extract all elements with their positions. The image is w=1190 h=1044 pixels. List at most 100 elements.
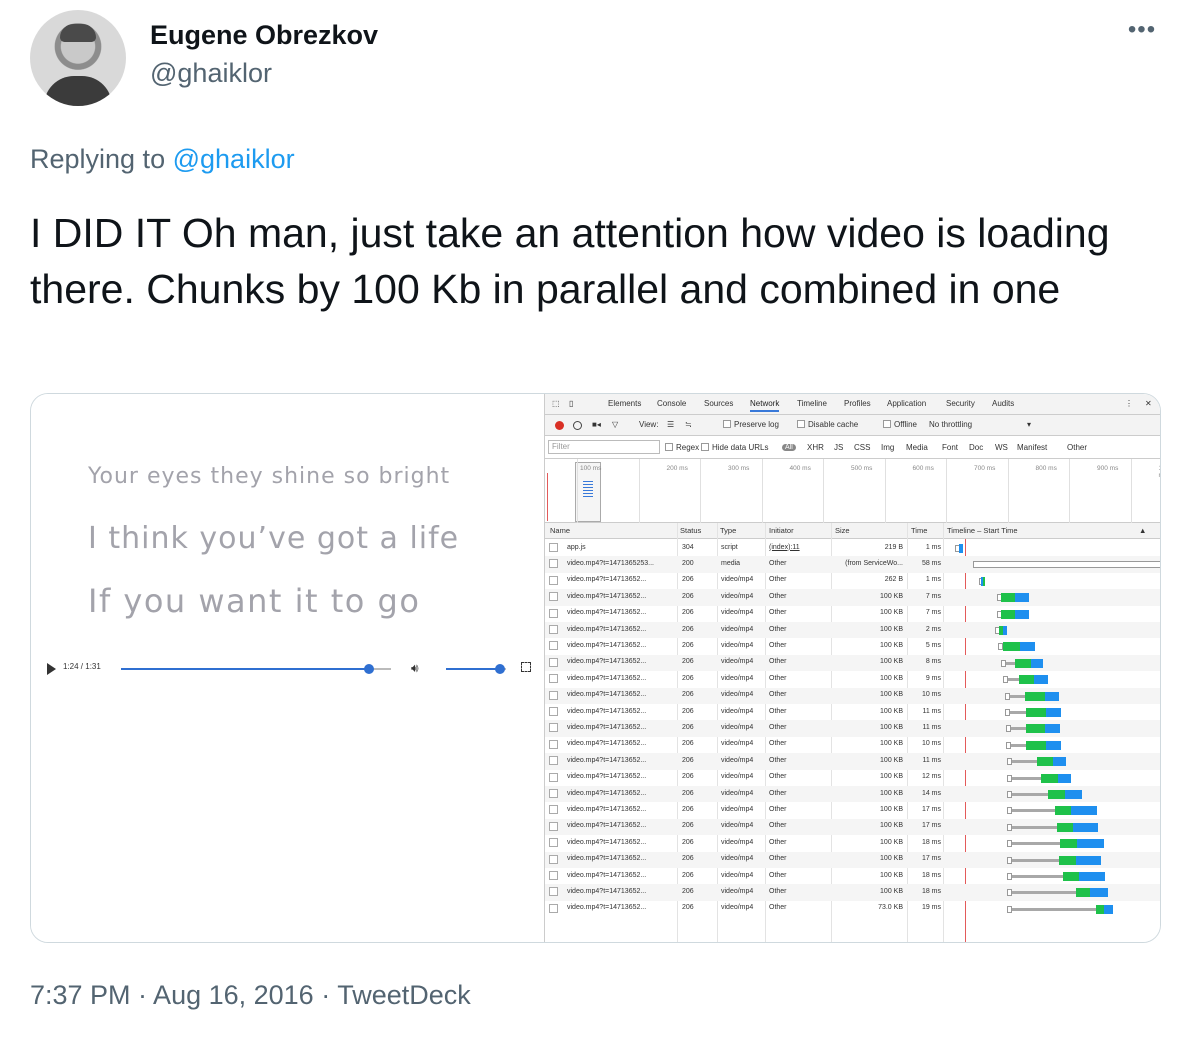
table-row[interactable]: video.mp4?t=14713652... 206 video/mp4 Other…	[545, 654, 1160, 672]
overview-tick-label: 300 ms	[728, 465, 750, 472]
tab-elements[interactable]: Elements	[608, 399, 641, 408]
tab-network[interactable]: Network	[750, 399, 780, 412]
table-row[interactable]: video.mp4?t=14713652... 206 video/mp4 Other…	[545, 704, 1160, 720]
user-name[interactable]: Eugene Obrezkov	[150, 20, 378, 51]
tab-sources[interactable]: Sources	[704, 399, 733, 408]
filter-ws[interactable]: WS	[995, 443, 1008, 452]
filter-font[interactable]: Font	[942, 443, 958, 452]
waterfall-stalled	[1012, 760, 1037, 764]
video-player[interactable]: Your eyes they shine so bright I think y…	[31, 394, 544, 942]
waterfall-waiting	[1026, 724, 1045, 734]
waterfall-stalled	[1012, 842, 1060, 846]
volume-slider[interactable]	[446, 664, 506, 674]
tab-timeline[interactable]: Timeline	[797, 399, 827, 408]
column-status[interactable]: Status	[680, 526, 701, 535]
reply-mention-link[interactable]: @ghaiklor	[173, 144, 295, 174]
large-rows-icon[interactable]: ☰	[667, 420, 674, 429]
table-row[interactable]: video.mp4?t=14713652... 206 video/mp4 Other…	[545, 573, 1160, 589]
network-overview[interactable]: 100 ms 200 ms 300 ms 400 ms 500 ms 600 ms 700 …	[545, 459, 1160, 523]
waterfall-waiting	[983, 576, 985, 586]
filter-xhr[interactable]: XHR	[807, 443, 824, 452]
volume-icon[interactable]: 🔊︎	[411, 661, 427, 675]
tab-profiles[interactable]: Profiles	[844, 399, 871, 408]
more-options-icon[interactable]: •••	[1124, 18, 1160, 46]
filter-other[interactable]: Other	[1067, 443, 1087, 452]
tab-audits[interactable]: Audits	[992, 399, 1014, 408]
filter-manifest[interactable]: Manifest	[1017, 443, 1047, 452]
preserve-log-checkbox[interactable]: Preserve log	[723, 420, 779, 429]
table-row[interactable]: video.mp4?t=14713652... 206 video/mp4 Other…	[545, 770, 1160, 786]
filter-img[interactable]: Img	[881, 443, 894, 452]
table-row[interactable]: video.mp4?t=14713652... 206 video/mp4 Other…	[545, 851, 1160, 868]
tab-security[interactable]: Security	[946, 399, 975, 408]
user-handle[interactable]: @ghaiklor	[150, 58, 272, 89]
table-row[interactable]: video.mp4?t=14713652... 206 video/mp4 Other…	[545, 606, 1160, 622]
table-row[interactable]: video.mp4?t=14713652... 206 video/mp4 Other…	[545, 638, 1160, 654]
fullscreen-icon[interactable]	[521, 662, 531, 672]
sort-ascending-icon[interactable]: ▲	[1139, 526, 1146, 535]
video-progress-bar[interactable]	[121, 664, 391, 674]
disable-cache-checkbox[interactable]: Disable cache	[797, 420, 858, 429]
filter-media[interactable]: Media	[906, 443, 928, 452]
waterfall-bar	[545, 675, 1160, 685]
tab-application[interactable]: Application	[887, 399, 926, 408]
table-row[interactable]: video.mp4?t=14713652... 206 video/mp4 Other…	[545, 753, 1160, 770]
waterfall-bar	[545, 839, 1160, 849]
table-row[interactable]: video.mp4?t=14713652... 206 video/mp4 Other…	[545, 786, 1160, 803]
filter-input[interactable]: Filter	[548, 440, 660, 454]
progress-knob[interactable]	[364, 664, 375, 674]
filter-js[interactable]: JS	[834, 443, 843, 452]
table-row[interactable]: app.js 304 script (index):11 219 B1 ms	[545, 540, 1160, 556]
clear-icon[interactable]	[573, 421, 582, 430]
column-name[interactable]: Name	[550, 526, 570, 535]
column-timeline[interactable]: Timeline – Start Time	[947, 526, 1018, 535]
table-row[interactable]: video.mp4?t=14713652... 206 video/mp4 Other…	[545, 835, 1160, 851]
progress-fill	[121, 668, 370, 670]
regex-checkbox[interactable]: Regex	[665, 443, 699, 452]
table-row[interactable]: video.mp4?t=14713652... 206 video/mp4 Other…	[545, 622, 1160, 639]
reply-prefix: Replying to	[30, 144, 166, 174]
table-row[interactable]: video.mp4?t=14713652... 206 video/mp4 Other…	[545, 671, 1160, 687]
table-row[interactable]: video.mp4?t=1471365253... 200 media Other (f…	[545, 556, 1160, 573]
table-row[interactable]: video.mp4?t=14713652... 206 video/mp4 Other…	[545, 901, 1160, 917]
table-row[interactable]: video.mp4?t=14713652... 206 video/mp4 Other…	[545, 720, 1160, 737]
reply-context: Replying to @ghaiklor	[30, 144, 295, 175]
avatar[interactable]	[30, 10, 126, 106]
column-time[interactable]: Time	[911, 526, 927, 535]
chevron-down-icon[interactable]: ▾	[1027, 420, 1031, 429]
table-row[interactable]: video.mp4?t=14713652... 206 video/mp4 Other…	[545, 589, 1160, 606]
capture-screenshots-icon[interactable]: ■◂	[592, 420, 601, 429]
waterfall-bar	[545, 544, 1160, 553]
filter-all[interactable]: All	[782, 442, 796, 451]
table-row[interactable]: video.mp4?t=14713652... 206 video/mp4 Other…	[545, 884, 1160, 901]
tab-console[interactable]: Console	[657, 399, 686, 408]
record-icon[interactable]	[555, 421, 564, 430]
waterfall-bar	[545, 691, 1160, 701]
table-row[interactable]: video.mp4?t=14713652... 206 video/mp4 Other…	[545, 687, 1160, 704]
devtools-close-icon[interactable]: ✕	[1145, 399, 1152, 408]
media-screenshot[interactable]: Your eyes they shine so bright I think y…	[30, 393, 1161, 943]
overview-request-bars	[583, 481, 593, 497]
column-size[interactable]: Size	[835, 526, 850, 535]
volume-knob[interactable]	[495, 664, 505, 674]
filter-css[interactable]: CSS	[854, 443, 870, 452]
column-initiator[interactable]: Initiator	[769, 526, 794, 535]
overview-icon[interactable]: ≒	[685, 420, 692, 429]
hide-data-urls-checkbox[interactable]: Hide data URLs	[701, 443, 768, 452]
device-icon[interactable]: ▯	[569, 399, 573, 408]
table-row[interactable]: video.mp4?t=14713652... 206 video/mp4 Other…	[545, 737, 1160, 753]
table-row[interactable]: video.mp4?t=14713652... 206 video/mp4 Other…	[545, 868, 1160, 884]
throttling-select[interactable]: No throttling	[929, 420, 972, 429]
inspect-icon[interactable]: ⬚	[552, 399, 560, 408]
filter-doc[interactable]: Doc	[969, 443, 983, 452]
play-icon[interactable]	[47, 663, 56, 675]
devtools-menu-icon[interactable]: ⋮	[1125, 399, 1133, 408]
waterfall-download	[1058, 773, 1071, 783]
table-row[interactable]: video.mp4?t=14713652... 206 video/mp4 Other…	[545, 802, 1160, 818]
filter-icon[interactable]: ▽	[612, 420, 618, 429]
offline-checkbox[interactable]: Offline	[883, 420, 917, 429]
column-type[interactable]: Type	[720, 526, 736, 535]
table-row[interactable]: video.mp4?t=14713652... 206 video/mp4 Other…	[545, 818, 1160, 836]
tweet-timestamp[interactable]: 7:37 PM · Aug 16, 2016 · TweetDeck	[30, 980, 471, 1011]
waterfall-download	[1045, 691, 1059, 701]
